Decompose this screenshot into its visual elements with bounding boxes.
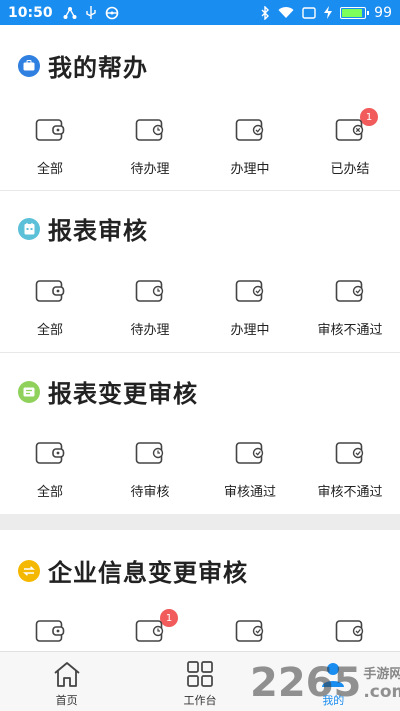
status-items: 1 bbox=[0, 609, 400, 643]
status-time: 10:50 bbox=[8, 4, 53, 21]
status-item-label: 待办理 bbox=[130, 323, 170, 338]
wallet-clock-icon bbox=[135, 280, 164, 302]
section-report-change-review: 报表变更审核 全部 待审核 审核通过 审核不通过 bbox=[0, 353, 400, 514]
wallet-check-icon bbox=[335, 280, 364, 302]
status-item-label: 全部 bbox=[36, 162, 63, 177]
steering-icon bbox=[105, 6, 118, 19]
section-my-assist: 我的帮办 全部 待办理 办理中 1 已办结 bbox=[0, 25, 400, 190]
section-report-review: 报表审核 全部 待办理 办理中 审核不通过 bbox=[0, 191, 400, 352]
status-item-label: 全部 bbox=[36, 485, 63, 500]
status-item-label: 已办结 bbox=[330, 162, 370, 177]
home-icon bbox=[54, 661, 80, 687]
wallet-check-icon bbox=[335, 442, 364, 464]
status-item-all[interactable] bbox=[0, 619, 100, 643]
status-item-label: 审核不通过 bbox=[317, 485, 383, 500]
grid-icon bbox=[187, 660, 213, 687]
status-item-approved[interactable]: 审核通过 bbox=[200, 441, 300, 500]
section-title: 我的帮办 bbox=[48, 54, 148, 82]
status-item-rejected[interactable] bbox=[300, 619, 400, 643]
swap-icon bbox=[18, 559, 40, 582]
tab-workbench[interactable]: 工作台 bbox=[133, 652, 266, 711]
status-item-all[interactable]: 全部 bbox=[0, 118, 100, 177]
wallet-plus-icon bbox=[35, 280, 65, 302]
section-company-info-change-review: 企业信息变更审核 1 bbox=[0, 530, 400, 651]
section-title: 企业信息变更审核 bbox=[48, 559, 248, 587]
wallet-clock-icon bbox=[135, 442, 164, 464]
status-item-processing[interactable]: 办理中 bbox=[200, 118, 300, 177]
status-item-label: 审核通过 bbox=[223, 485, 276, 500]
wallet-plus-icon bbox=[35, 620, 65, 642]
wifi-icon bbox=[278, 7, 294, 19]
status-item-approved[interactable] bbox=[200, 619, 300, 643]
app-screen: 10:50 99 我的帮办 全部 待办理 办理中 1 已办结 报表审核 全部 待… bbox=[0, 0, 400, 711]
report-icon bbox=[18, 217, 40, 240]
battery-icon bbox=[340, 6, 370, 19]
status-item-completed[interactable]: 1 已办结 bbox=[300, 108, 400, 177]
status-item-processing[interactable]: 办理中 bbox=[200, 279, 300, 338]
wallet-x-icon bbox=[335, 119, 364, 141]
status-items: 全部 待办理 办理中 审核不通过 bbox=[0, 279, 400, 338]
status-item-pending[interactable]: 1 bbox=[100, 609, 200, 643]
tab-mine[interactable]: 我的 bbox=[267, 652, 400, 711]
tab-label: 工作台 bbox=[183, 693, 217, 707]
status-item-label: 待办理 bbox=[130, 162, 170, 177]
status-item-rejected[interactable]: 审核不通过 bbox=[300, 441, 400, 500]
status-item-label: 审核不通过 bbox=[317, 323, 383, 338]
status-item-all[interactable]: 全部 bbox=[0, 279, 100, 338]
status-item-label: 待审核 bbox=[130, 485, 170, 500]
wallet-clock-icon bbox=[135, 119, 164, 141]
briefcase-icon bbox=[18, 54, 40, 77]
wallet-check-icon bbox=[235, 280, 264, 302]
wallet-check-icon bbox=[335, 620, 364, 642]
status-item-label: 办理中 bbox=[230, 162, 270, 177]
status-item-pending-review[interactable]: 待审核 bbox=[100, 441, 200, 500]
user-icon bbox=[322, 662, 345, 687]
battery-level: 99 bbox=[374, 4, 392, 21]
wallet-plus-icon bbox=[35, 119, 65, 141]
tab-label: 首页 bbox=[55, 693, 78, 707]
bottom-tab-bar: 首页 工作台 我的 bbox=[0, 651, 400, 711]
bluetooth-icon bbox=[261, 5, 270, 20]
charging-icon bbox=[324, 6, 333, 19]
tab-home[interactable]: 首页 bbox=[0, 652, 133, 711]
wallet-plus-icon bbox=[35, 442, 65, 464]
share-icon bbox=[63, 6, 77, 19]
status-item-all[interactable]: 全部 bbox=[0, 441, 100, 500]
status-item-pending[interactable]: 待办理 bbox=[100, 279, 200, 338]
status-items: 全部 待办理 办理中 1 已办结 bbox=[0, 108, 400, 177]
section-title: 报表变更审核 bbox=[48, 380, 198, 408]
usb-icon bbox=[85, 5, 96, 19]
status-item-rejected[interactable]: 审核不通过 bbox=[300, 279, 400, 338]
status-item-label: 全部 bbox=[36, 323, 63, 338]
section-title: 报表审核 bbox=[48, 217, 148, 245]
wallet-check-icon bbox=[235, 442, 264, 464]
status-items: 全部 待审核 审核通过 审核不通过 bbox=[0, 441, 400, 500]
status-bar: 10:50 99 bbox=[0, 0, 400, 25]
wallet-check-icon bbox=[235, 119, 264, 141]
tab-label: 我的 bbox=[322, 693, 345, 707]
screen-icon bbox=[302, 6, 316, 19]
report-change-icon bbox=[18, 380, 40, 403]
status-item-label: 办理中 bbox=[230, 323, 270, 338]
status-item-pending[interactable]: 待办理 bbox=[100, 118, 200, 177]
wallet-check-icon bbox=[235, 620, 264, 642]
wallet-clock-icon bbox=[135, 620, 164, 642]
